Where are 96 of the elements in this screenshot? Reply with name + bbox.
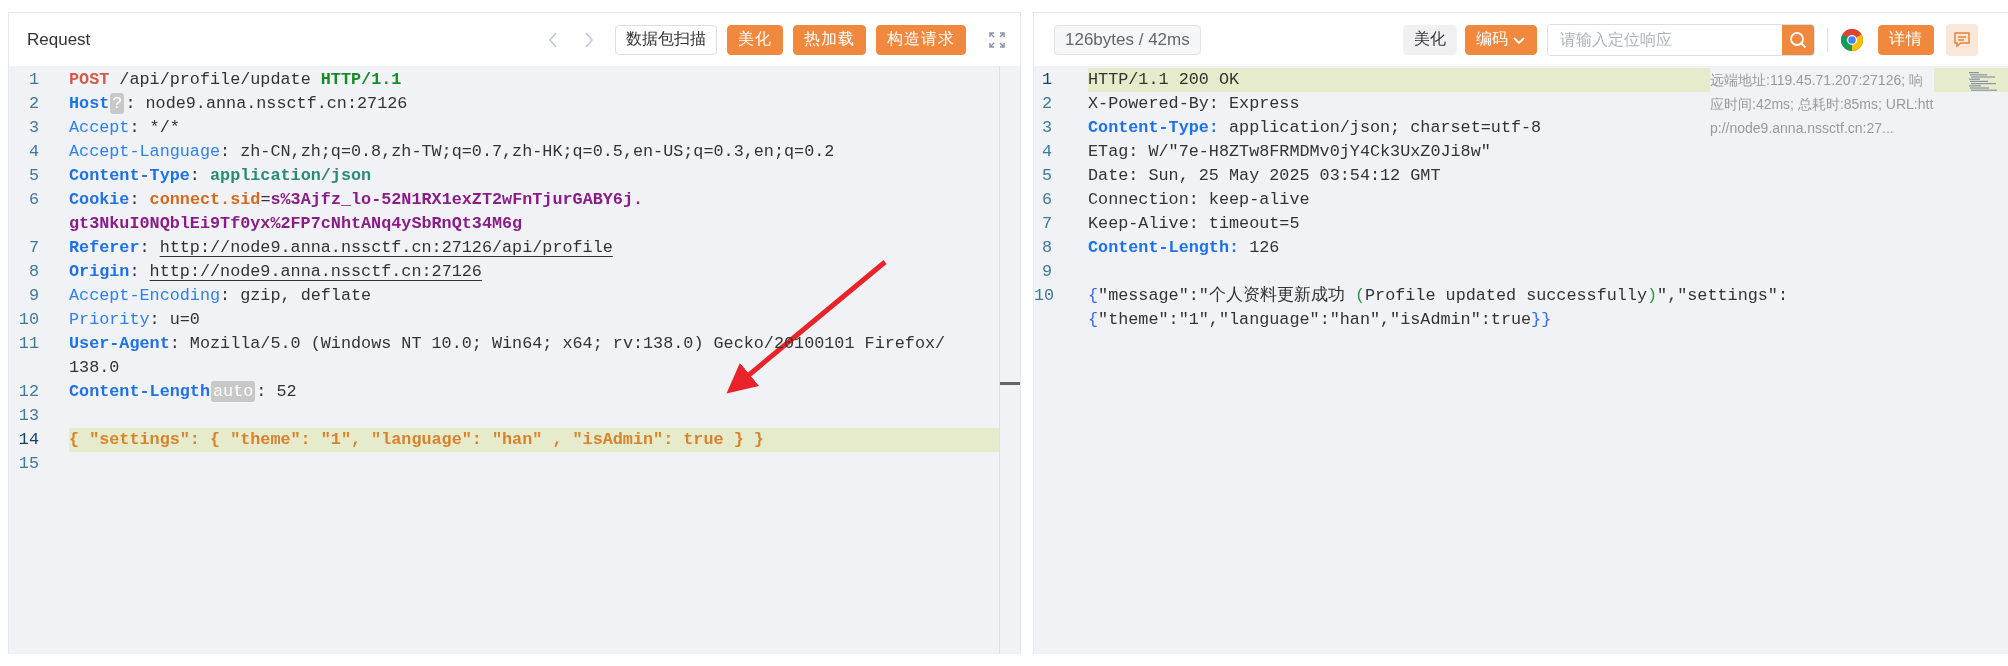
json-body: { "settings": { "theme": "1", "language": "han" , "isAdmin": true } } <box>69 430 764 449</box>
search-button[interactable] <box>1782 24 1814 55</box>
header-name: Referer <box>69 238 140 257</box>
line-number: 3 <box>1040 117 1053 139</box>
line-number: 5 <box>27 165 40 187</box>
code-text: 138.0 <box>69 358 120 377</box>
line-number: 1 <box>27 69 40 91</box>
scrollbar[interactable] <box>999 66 1020 654</box>
code-text: : <box>129 190 141 209</box>
line-number: 4 <box>27 141 40 163</box>
line-number: 12 <box>17 381 40 403</box>
code-text: : u=0 <box>149 310 200 329</box>
line-number: 1 <box>1040 69 1053 91</box>
feedback-button[interactable] <box>1946 23 1978 56</box>
expand-icon[interactable] <box>988 30 1006 49</box>
header-name: Content-Length <box>69 382 210 401</box>
header-name: Content-Length: <box>1088 238 1240 257</box>
http-method: POST <box>69 70 110 89</box>
line-number: 10 <box>17 309 40 331</box>
code-text: 126 <box>1248 238 1280 257</box>
paren: ) <box>1647 286 1658 305</box>
header-name: Content-Type <box>69 166 190 185</box>
code-text: : */* <box>129 118 180 137</box>
code-text: X-Powered-By: Express <box>1088 94 1300 113</box>
chat-icon <box>1953 31 1971 48</box>
cookie-value: s%3Ajfz_lo-52N1RX1exZT2wFnTjurGABY6j. <box>270 190 644 209</box>
code-text: "theme":"1","language":"han","isAdmin":true <box>1098 310 1532 329</box>
code-text: HTTP/1.1 200 OK <box>1088 70 1240 89</box>
header-value: application/json <box>210 166 372 185</box>
line-number: 3 <box>27 117 40 139</box>
line-number: 7 <box>27 237 40 259</box>
paren: ( <box>1354 286 1365 305</box>
code-text: : node9.anna.nssctf.cn:27126 <box>125 94 408 113</box>
brace: }} <box>1531 310 1552 329</box>
line-number: 9 <box>27 285 40 307</box>
header-name: Priority <box>69 310 150 329</box>
line-number: 4 <box>1040 141 1053 163</box>
line-number: 5 <box>1040 165 1053 187</box>
header-name: Accept-Encoding <box>69 286 221 305</box>
line-number: 7 <box>1040 213 1053 235</box>
header-name: Content-Type: <box>1088 118 1219 137</box>
line-number: 2 <box>1040 93 1053 115</box>
line-number: 6 <box>27 189 40 211</box>
minimap-drawing <box>1969 72 2000 91</box>
line-number: 2 <box>27 93 40 115</box>
line-number: 13 <box>17 405 40 427</box>
link[interactable]: http://node9.anna.nssctf.cn:27126 <box>149 262 482 281</box>
header-name: Accept-Language <box>69 142 221 161</box>
code-text: Connection: keep-alive <box>1088 190 1310 209</box>
toolbar-button[interactable]: 美化 <box>727 24 783 55</box>
code-text: "message":"个人资料更新成功 <box>1098 286 1346 305</box>
brace: { <box>1088 310 1099 329</box>
panel-title: Request <box>27 29 92 50</box>
line-number: 8 <box>1040 237 1053 259</box>
toolbar-button[interactable]: 详情 <box>1878 24 1934 55</box>
code-text: : gzip, deflate <box>220 286 372 305</box>
line-number: 8 <box>27 261 40 283</box>
code-text: /api/profile/update <box>118 70 312 89</box>
line-number: 9 <box>1040 261 1053 283</box>
toolbar-button[interactable]: 构造请求 <box>876 24 966 55</box>
http-version: HTTP/1.1 <box>320 70 402 89</box>
code-text: : <box>139 238 151 257</box>
browser-icon[interactable] <box>1840 27 1864 52</box>
code-text: : 52 <box>256 382 297 401</box>
code-text: ","settings": <box>1657 286 1788 305</box>
code-text: : zh-CN,zh;q=0.8,zh-TW;q=0.7,zh-HK;q=0.5,en-US;q=0.3,en;q=0.2 <box>220 142 835 161</box>
line-number: 15 <box>17 453 40 475</box>
line-number: 14 <box>17 429 40 451</box>
link[interactable]: http://node9.anna.nssctf.cn:27126/api/profile <box>159 238 613 257</box>
code-text: application/json; charset=utf-8 <box>1228 118 1542 137</box>
toolbar-button[interactable]: 热加载 <box>793 24 866 55</box>
code-text: = <box>260 190 271 209</box>
header-name: Origin <box>69 262 130 281</box>
line-number: 10 <box>1034 285 1056 307</box>
hint-badge: ? <box>110 93 125 114</box>
code-text: Profile updated successfully <box>1365 286 1647 305</box>
cookie-name: connect.sid <box>149 190 261 209</box>
cookie-value: gt3NkuI0NQblEi9Tf0yx%2FP7cNhtANq4ySbRnQt34M6g <box>69 214 523 233</box>
header-name: Host <box>69 94 110 113</box>
response-stats: 126bytes / 42ms <box>1054 24 1201 55</box>
code-text: Date: Sun, 25 May 2025 03:54:12 GMT <box>1088 166 1441 185</box>
search-icon <box>1789 30 1807 49</box>
header-name: User-Agent <box>69 334 170 353</box>
brace: { <box>1088 286 1099 305</box>
search-field[interactable]: 请输入定位响应 <box>1547 23 1815 56</box>
code-text: ETag: W/"7e-H8ZTw8FRMDMv0jY4Ck3UxZ0Ji8w" <box>1088 142 1491 161</box>
header-name: Cookie <box>69 190 130 209</box>
header-name: Accept <box>69 118 130 137</box>
code-text: : <box>129 262 141 281</box>
code-text: : <box>189 166 201 185</box>
line-number: 6 <box>1040 189 1053 211</box>
line-number: 11 <box>17 333 40 355</box>
toolbar-button[interactable]: 美化 <box>1403 24 1457 55</box>
toolbar-button[interactable]: 数据包扫描 <box>615 24 717 55</box>
code-text: Keep-Alive: timeout=5 <box>1088 214 1300 233</box>
toolbar-button[interactable]: 编码 <box>1465 24 1537 55</box>
